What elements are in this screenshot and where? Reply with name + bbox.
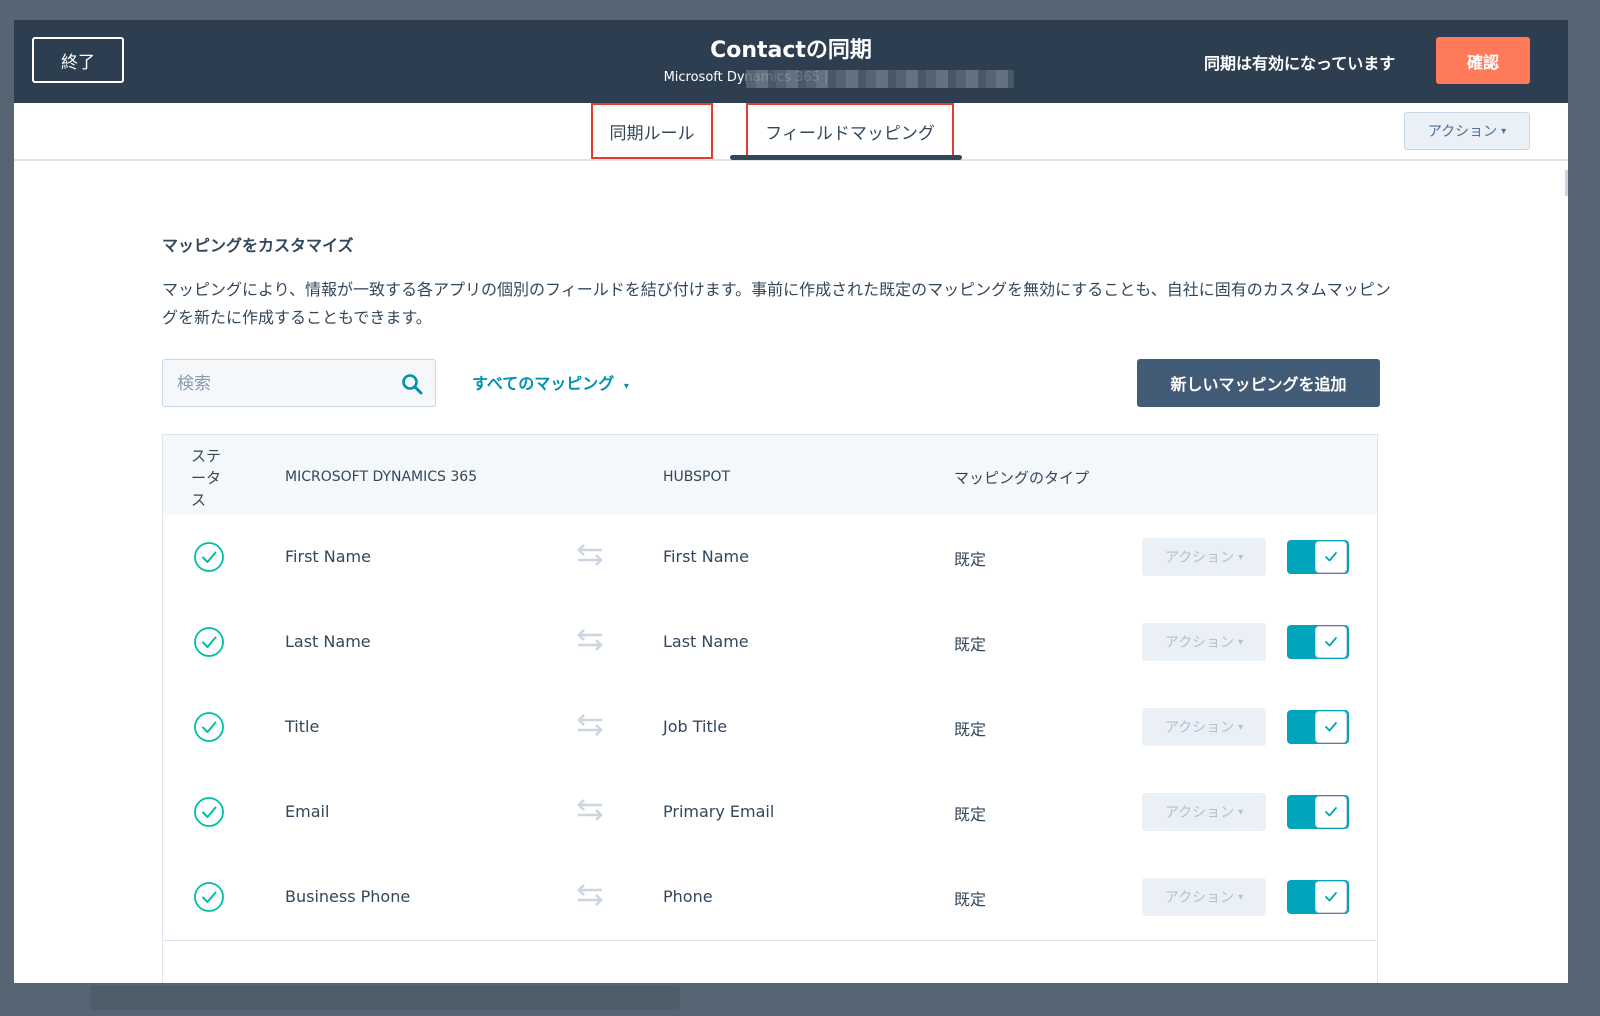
ms-field-name: First Name	[285, 547, 371, 566]
sync-status-text: 同期は有効になっています	[1204, 54, 1396, 73]
search-box	[162, 359, 436, 407]
check-circle-icon	[194, 542, 224, 572]
search-icon[interactable]	[401, 373, 423, 395]
tab-sync-rules[interactable]: 同期ルール	[591, 103, 713, 159]
caret-down-icon: ▾	[1238, 891, 1244, 903]
column-header-status: ステータス	[191, 447, 222, 509]
row-actions-dropdown[interactable]: アクション ▾	[1142, 793, 1266, 831]
mapping-enabled-toggle[interactable]	[1287, 625, 1349, 659]
caret-down-icon: ▾	[1501, 125, 1507, 137]
column-header-mapping-type: マッピングのタイプ	[954, 469, 1090, 487]
check-circle-icon	[194, 627, 224, 657]
sync-direction-icon	[577, 799, 603, 821]
toggle-knob	[1315, 711, 1347, 743]
mapping-type: 既定	[954, 550, 987, 569]
row-actions-dropdown[interactable]: アクション ▾	[1142, 708, 1266, 746]
mapping-type: 既定	[954, 890, 987, 909]
check-circle-icon	[194, 882, 224, 912]
mapping-filter-dropdown[interactable]: すべてのマッピング ▾	[472, 370, 629, 394]
caret-down-icon: ▾	[623, 381, 629, 392]
table-row: Business Phone Phone 既定 アクション ▾	[163, 855, 1377, 941]
header-actions-dropdown[interactable]: アクション ▾	[1404, 112, 1530, 150]
row-actions-label: アクション	[1164, 550, 1235, 566]
row-actions-label: アクション	[1164, 635, 1235, 651]
sync-direction-icon	[577, 714, 603, 736]
search-input[interactable]	[175, 370, 389, 398]
ms-field-name: Last Name	[285, 632, 371, 651]
mapping-type: 既定	[954, 635, 987, 654]
table-row: First Name First Name 既定 アクション ▾	[163, 515, 1377, 601]
caret-down-icon: ▾	[1238, 551, 1244, 563]
row-actions-dropdown[interactable]: アクション ▾	[1142, 623, 1266, 661]
sync-direction-icon	[577, 884, 603, 906]
row-actions-label: アクション	[1164, 720, 1235, 736]
table-row: Title Job Title 既定 アクション ▾	[163, 685, 1377, 771]
check-circle-icon	[194, 797, 224, 827]
mapping-enabled-toggle[interactable]	[1287, 795, 1349, 829]
tab-bar: 同期ルール フィールドマッピング アクション ▾	[14, 103, 1568, 161]
hubspot-field-name: First Name	[663, 547, 749, 566]
header-actions-label: アクション	[1427, 124, 1498, 140]
mapping-enabled-toggle[interactable]	[1287, 710, 1349, 744]
hubspot-field-name: Last Name	[663, 632, 749, 651]
ms-field-name: Email	[285, 802, 330, 821]
ms-field-name: Title	[285, 717, 320, 736]
mapping-enabled-toggle[interactable]	[1287, 540, 1349, 574]
hubspot-field-name: Job Title	[663, 717, 728, 736]
column-header-ms-dynamics: MICROSOFT DYNAMICS 365	[285, 469, 478, 485]
top-header: 終了 Contactの同期 Microsoft Dynamics 365 | 同…	[14, 20, 1568, 103]
toggle-knob	[1315, 881, 1347, 913]
mapping-type: 既定	[954, 720, 987, 739]
caret-down-icon: ▾	[1238, 721, 1244, 733]
check-icon	[1325, 892, 1337, 902]
check-icon	[1325, 807, 1337, 817]
toggle-knob	[1315, 541, 1347, 573]
active-tab-indicator	[730, 155, 962, 160]
blurred-background-text	[90, 986, 680, 1010]
section-title: マッピングをカスタマイズ	[162, 236, 354, 255]
row-actions-dropdown[interactable]: アクション ▾	[1142, 878, 1266, 916]
table-row: Last Name Last Name 既定 アクション ▾	[163, 600, 1377, 686]
check-circle-icon	[194, 712, 224, 742]
toggle-knob	[1315, 626, 1347, 658]
table-header: ステータス MICROSOFT DYNAMICS 365 HUBSPOT マッピ…	[163, 435, 1377, 516]
row-actions-dropdown[interactable]: アクション ▾	[1142, 538, 1266, 576]
tab-field-mapping[interactable]: フィールドマッピング	[746, 103, 954, 159]
caret-down-icon: ▾	[1238, 806, 1244, 818]
add-mapping-button[interactable]: 新しいマッピングを追加	[1137, 359, 1380, 407]
mapping-table: ステータス MICROSOFT DYNAMICS 365 HUBSPOT マッピ…	[162, 434, 1378, 983]
scrollbar[interactable]	[1565, 170, 1568, 196]
check-icon	[1325, 552, 1337, 562]
sync-settings-window: 終了 Contactの同期 Microsoft Dynamics 365 | 同…	[14, 20, 1568, 983]
table-row: Email Primary Email 既定 アクション ▾	[163, 770, 1377, 856]
sync-direction-icon	[577, 629, 603, 651]
confirm-button[interactable]: 確認	[1436, 37, 1530, 84]
row-actions-label: アクション	[1164, 805, 1235, 821]
mapping-enabled-toggle[interactable]	[1287, 880, 1349, 914]
sync-direction-icon	[577, 544, 603, 566]
row-actions-label: アクション	[1164, 890, 1235, 906]
caret-down-icon: ▾	[1238, 636, 1244, 648]
mapping-filter-label: すべてのマッピング	[472, 374, 615, 393]
hubspot-field-name: Phone	[663, 887, 713, 906]
check-icon	[1325, 637, 1337, 647]
column-header-hubspot: HUBSPOT	[663, 469, 731, 485]
mapping-type: 既定	[954, 805, 987, 824]
check-icon	[1325, 722, 1337, 732]
hubspot-field-name: Primary Email	[663, 802, 775, 821]
toggle-knob	[1315, 796, 1347, 828]
redacted-account-name	[746, 70, 1014, 88]
ms-field-name: Business Phone	[285, 887, 411, 906]
section-description: マッピングにより、情報が一致する各アプリの個別のフィールドを結び付けます。事前に…	[162, 280, 1391, 327]
